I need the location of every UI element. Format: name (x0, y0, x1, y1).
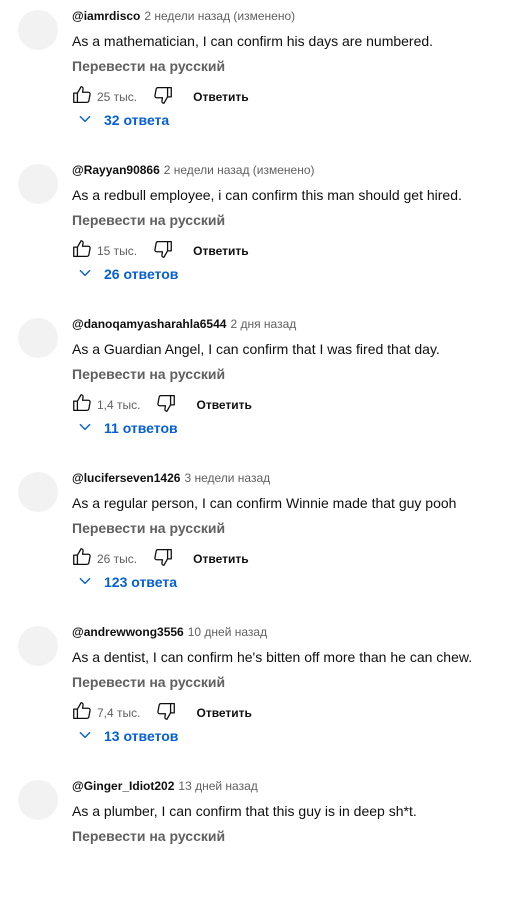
comment-text: As a plumber, I can confirm that this gu… (72, 803, 417, 819)
view-replies-button[interactable]: 32 ответа (78, 110, 169, 130)
comment-item: @luciferseven1426 3 недели назад As a reg… (0, 462, 524, 616)
comment-timestamp[interactable]: 10 дней назад (188, 625, 267, 639)
translate-link[interactable]: Перевести на русский (72, 672, 225, 692)
like-count: 7,4 тыс. (97, 706, 141, 720)
dislike-button[interactable] (154, 701, 178, 725)
comment-author[interactable]: @iamrdisco (72, 9, 140, 23)
like-button[interactable] (70, 85, 94, 109)
like-button[interactable] (70, 239, 94, 263)
comment-timestamp[interactable]: 2 дня назад (230, 317, 296, 331)
translate-link[interactable]: Перевести на русский (72, 210, 225, 230)
thumb-down-icon (155, 700, 177, 727)
comment-header: @iamrdisco 2 недели назад (изменено) (72, 8, 295, 24)
like-button[interactable] (70, 701, 94, 725)
comment-item: @iamrdisco 2 недели назад (изменено) As a… (0, 0, 524, 154)
translate-link[interactable]: Перевести на русский (72, 56, 225, 76)
thumb-up-icon (71, 392, 93, 419)
dislike-button[interactable] (151, 85, 175, 109)
avatar[interactable] (18, 472, 58, 512)
like-count: 1,4 тыс. (97, 398, 141, 412)
chevron-down-icon (78, 574, 104, 591)
avatar[interactable] (18, 626, 58, 666)
chevron-down-icon (78, 728, 104, 745)
view-replies-button[interactable]: 11 ответов (78, 418, 178, 438)
comment-author[interactable]: @Ginger_Idiot202 (72, 779, 174, 793)
comment-timestamp[interactable]: 13 дней назад (178, 779, 257, 793)
translate-link[interactable]: Перевести на русский (72, 518, 225, 538)
comment-timestamp[interactable]: 2 недели назад (изменено) (144, 9, 295, 23)
comment-item: @Rayyan90866 2 недели назад (изменено) As… (0, 154, 524, 308)
thumb-up-icon (71, 238, 93, 265)
comment-author[interactable]: @Rayyan90866 (72, 163, 160, 177)
comment-timestamp[interactable]: 3 недели назад (184, 471, 270, 485)
view-replies-button[interactable]: 26 ответов (78, 264, 178, 284)
like-button[interactable] (70, 547, 94, 571)
comment-actions: 1,4 тыс. Ответить (70, 391, 252, 419)
comment-text: As a dentist, I can confirm he's bitten … (72, 649, 473, 665)
like-button[interactable] (70, 393, 94, 417)
avatar[interactable] (18, 780, 58, 820)
comment-author[interactable]: @luciferseven1426 (72, 471, 180, 485)
like-count: 25 тыс. (97, 90, 138, 104)
dislike-button[interactable] (154, 393, 178, 417)
thumb-down-icon (155, 392, 177, 419)
comment-actions: 26 тыс. Ответить (70, 545, 249, 573)
reply-button[interactable]: Ответить (193, 244, 248, 258)
comment-actions: 15 тыс. Ответить (70, 237, 249, 265)
replies-count: 123 ответа (104, 574, 177, 590)
thumb-up-icon (71, 84, 93, 111)
comment-item: @andrewwong3556 10 дней назад As a dentis… (0, 616, 524, 770)
reply-button[interactable]: Ответить (193, 90, 248, 104)
thumb-down-icon (152, 238, 174, 265)
thumb-down-icon (152, 84, 174, 111)
avatar[interactable] (18, 318, 58, 358)
comment-text: As a regular person, I can confirm Winni… (72, 495, 457, 511)
like-count: 26 тыс. (97, 552, 138, 566)
view-replies-button[interactable]: 123 ответа (78, 572, 177, 592)
comment-item: @danoqamyasharahla6544 2 дня назад As a G… (0, 308, 524, 462)
comment-header: @danoqamyasharahla6544 2 дня назад (72, 316, 296, 332)
comment-actions: 25 тыс. Ответить (70, 83, 249, 111)
thumb-up-icon (71, 700, 93, 727)
translate-link[interactable]: Перевести на русский (72, 826, 225, 846)
comment-actions: 7,4 тыс. Ответить (70, 699, 252, 727)
dislike-button[interactable] (151, 239, 175, 263)
avatar[interactable] (18, 10, 58, 50)
thumb-up-icon (71, 546, 93, 573)
dislike-button[interactable] (151, 547, 175, 571)
chevron-down-icon (78, 420, 104, 437)
comment-text: As a redbull employee, i can confirm thi… (72, 187, 462, 203)
thumb-down-icon (152, 546, 174, 573)
comment-author[interactable]: @andrewwong3556 (72, 625, 184, 639)
reply-button[interactable]: Ответить (196, 398, 251, 412)
chevron-down-icon (78, 266, 104, 283)
chevron-down-icon (78, 112, 104, 129)
translate-link[interactable]: Перевести на русский (72, 364, 225, 384)
comment-text: As a mathematician, I can confirm his da… (72, 33, 434, 49)
comment-timestamp[interactable]: 2 недели назад (изменено) (164, 163, 315, 177)
replies-count: 11 ответов (104, 420, 178, 436)
replies-count: 32 ответа (104, 112, 170, 128)
comment-header: @andrewwong3556 10 дней назад (72, 624, 267, 640)
comment-header: @luciferseven1426 3 недели назад (72, 470, 270, 486)
comment-item: @Ginger_Idiot202 13 дней назад As a plumb… (0, 770, 524, 924)
comment-text: As a Guardian Angel, I can confirm that … (72, 341, 440, 357)
view-replies-button[interactable]: 13 ответов (78, 726, 178, 746)
avatar[interactable] (18, 164, 58, 204)
reply-button[interactable]: Ответить (193, 552, 248, 566)
replies-count: 26 ответов (104, 266, 179, 282)
comment-header: @Ginger_Idiot202 13 дней назад (72, 778, 258, 794)
replies-count: 13 ответов (104, 728, 179, 744)
comment-header: @Rayyan90866 2 недели назад (изменено) (72, 162, 315, 178)
comment-author[interactable]: @danoqamyasharahla6544 (72, 317, 226, 331)
like-count: 15 тыс. (97, 244, 138, 258)
reply-button[interactable]: Ответить (196, 706, 251, 720)
